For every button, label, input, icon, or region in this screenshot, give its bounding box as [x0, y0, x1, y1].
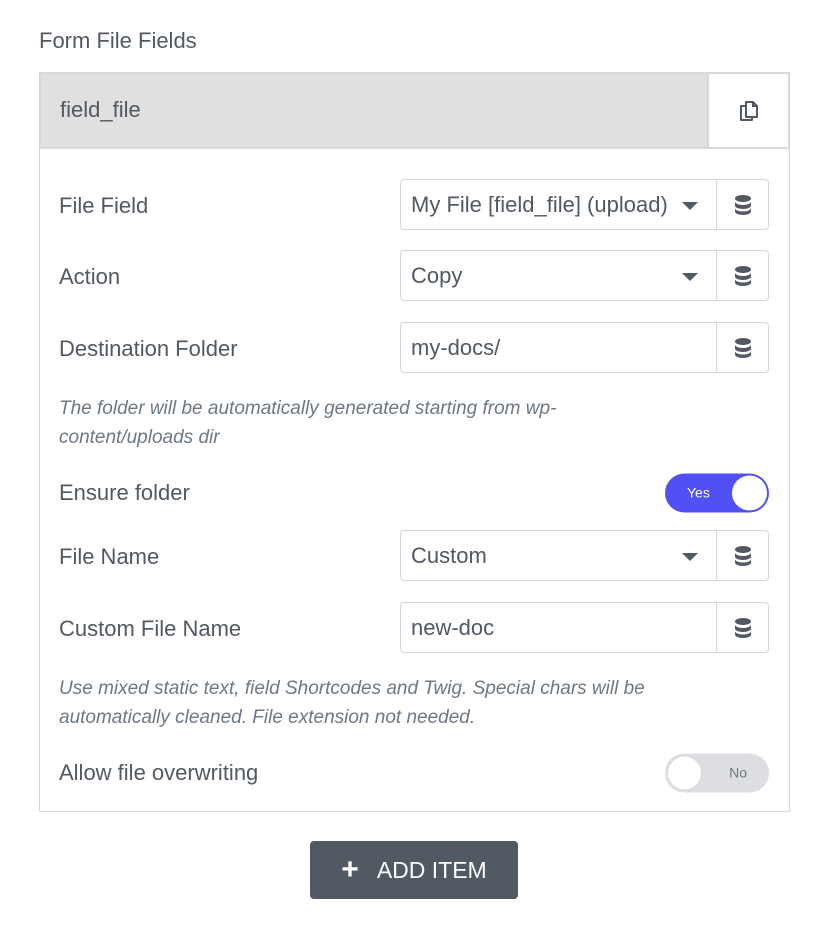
duplicate-button[interactable] [707, 74, 788, 147]
database-icon [734, 194, 751, 215]
action-row: Action Copy [59, 250, 769, 303]
database-icon [734, 545, 751, 566]
toggle-knob [732, 475, 767, 510]
custom-file-name-help: Use mixed static text, field Shortcodes … [59, 678, 645, 728]
destination-folder-value: my-docs/ [411, 334, 501, 360]
add-item-label: ADD ITEM [376, 856, 487, 883]
chevron-down-icon [682, 552, 698, 561]
repeater-item-header[interactable]: field_file [39, 72, 790, 149]
action-value: Copy [411, 262, 463, 288]
file-name-row: File Name Custom [59, 530, 769, 583]
plus-icon: + [341, 853, 359, 886]
file-field-select[interactable]: My File [field_file] (upload) [400, 179, 717, 230]
repeater-item-title: field_file [60, 97, 141, 122]
ensure-folder-row: Ensure folder Yes [59, 466, 769, 519]
file-field-value: My File [field_file] (upload) [411, 191, 668, 217]
custom-file-name-value: new-doc [411, 614, 495, 640]
file-name-label: File Name [59, 543, 160, 569]
section-title: Form File Fields [39, 28, 197, 53]
ensure-folder-label: Ensure folder [59, 479, 190, 505]
custom-file-name-row: Custom File Name new-doc [59, 602, 769, 655]
file-field-row: File Field My File [field_file] (upload) [59, 179, 769, 232]
ensure-folder-toggle-text: Yes [687, 484, 710, 501]
destination-folder-dynamic-tags-button[interactable] [716, 322, 769, 373]
action-select[interactable]: Copy [400, 250, 717, 301]
database-icon [734, 337, 751, 358]
file-field-dynamic-tags-button[interactable] [716, 179, 769, 230]
allow-overwrite-row: Allow file overwriting No [59, 746, 769, 799]
file-name-dynamic-tags-button[interactable] [716, 530, 769, 581]
file-name-select[interactable]: Custom [400, 530, 717, 581]
action-dynamic-tags-button[interactable] [716, 250, 769, 301]
destination-folder-input[interactable]: my-docs/ [400, 322, 717, 373]
database-icon [734, 617, 751, 638]
chevron-down-icon [682, 201, 698, 210]
file-name-value: Custom [411, 542, 487, 568]
custom-file-name-label: Custom File Name [59, 615, 242, 641]
toggle-knob [667, 755, 702, 790]
chevron-down-icon [682, 272, 698, 281]
destination-folder-label: Destination Folder [59, 335, 238, 361]
ensure-folder-toggle[interactable]: Yes [665, 473, 769, 512]
action-label: Action [59, 263, 121, 289]
allow-overwrite-label: Allow file overwriting [59, 759, 259, 785]
database-icon [734, 265, 751, 286]
custom-file-name-dynamic-tags-button[interactable] [716, 602, 769, 653]
add-item-button[interactable]: + ADD ITEM [310, 841, 518, 899]
file-field-label: File Field [59, 192, 149, 218]
copy-icon [739, 100, 758, 121]
destination-folder-help: The folder will be automatically generat… [59, 398, 557, 448]
allow-overwrite-toggle-text: No [729, 764, 747, 781]
allow-overwrite-toggle[interactable]: No [665, 753, 769, 792]
custom-file-name-input[interactable]: new-doc [400, 602, 717, 653]
destination-folder-row: Destination Folder my-docs/ [59, 322, 769, 375]
